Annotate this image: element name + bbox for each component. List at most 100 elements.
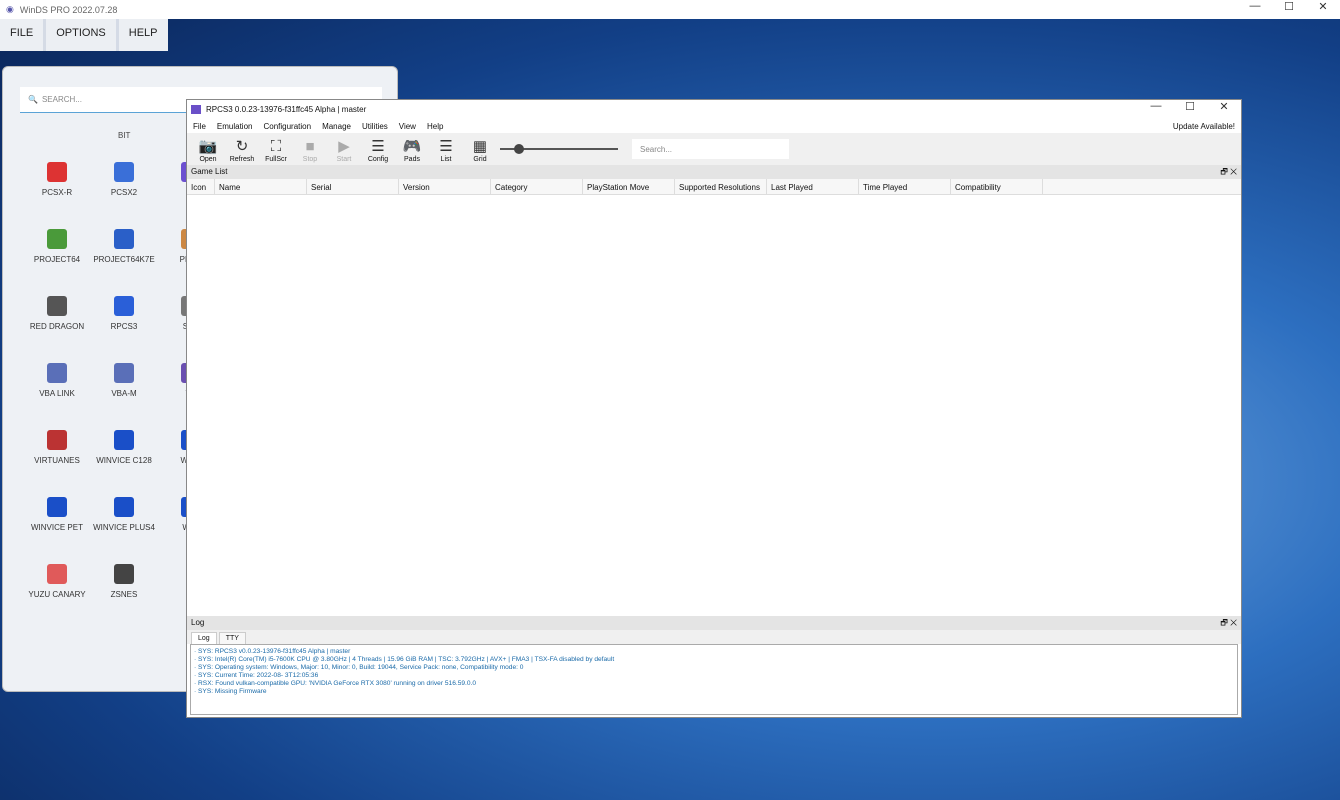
config-button[interactable]: ☰ Config <box>361 138 395 165</box>
log-header: Log 🗗 ✕ <box>187 616 1241 630</box>
pads-icon: 🎮 <box>402 138 422 155</box>
search-icon: 🔍 <box>28 95 38 104</box>
stop-label: Stop <box>302 156 318 163</box>
open-button[interactable]: 📷 Open <box>191 138 225 165</box>
menu-help[interactable]: HELP <box>118 19 168 51</box>
update-available-link[interactable]: Update Available! <box>1173 122 1235 131</box>
launcher-item[interactable]: VBA-M <box>90 363 158 398</box>
list-icon: ☰ <box>439 138 453 155</box>
menu-options[interactable]: OPTIONS <box>46 19 116 51</box>
launcher-item[interactable]: PROJECT64K7E <box>90 229 158 264</box>
close-button[interactable]: ✕ <box>1207 100 1241 113</box>
slider-handle[interactable] <box>514 144 524 154</box>
emulator-icon <box>47 497 67 517</box>
emulator-icon <box>47 430 67 450</box>
config-label: Config <box>367 156 389 163</box>
log-output[interactable]: · SYS: RPCS3 v0.0.23-13976-f31ffc45 Alph… <box>190 644 1238 715</box>
launcher-menubar: FILE OPTIONS HELP <box>0 19 168 51</box>
launcher-item-label: WINVICE C128 <box>96 456 152 465</box>
menu-manage[interactable]: Manage <box>322 122 351 131</box>
game-list[interactable] <box>187 195 1241 616</box>
column-header[interactable]: Compatibility <box>951 179 1043 194</box>
menu-configuration[interactable]: Configuration <box>263 122 311 131</box>
launcher-item[interactable]: WINVICE C128 <box>90 430 158 465</box>
menu-help[interactable]: Help <box>427 122 443 131</box>
launcher-item-label: PROJECT64K7E <box>93 255 155 264</box>
launcher-item[interactable]: WINVICE PLUS4 <box>90 497 158 532</box>
grid-button[interactable]: ▦ Grid <box>463 138 497 165</box>
launcher-item[interactable]: ZSNES <box>90 564 158 599</box>
column-header[interactable]: Category <box>491 179 583 194</box>
tab-tty[interactable]: TTY <box>218 632 246 644</box>
rpcs3-menubar: File Emulation Configuration Manage Utilitie… <box>187 119 1241 133</box>
os-titlebar: ◉ WinDS PRO 2022.07.28 — ☐ ✕ <box>0 0 1340 19</box>
launcher-item-label: VIRTUANES <box>34 456 80 465</box>
menu-file[interactable]: File <box>193 122 206 131</box>
launcher-item-label: RED DRAGON <box>29 322 85 331</box>
dock-controls[interactable]: 🗗 ✕ <box>1220 617 1237 631</box>
launcher-item-label: ZSNES <box>110 590 138 599</box>
tab-log[interactable]: Log <box>191 632 217 644</box>
stop-icon: ■ <box>305 138 315 155</box>
launcher-item[interactable]: WINVICE PET <box>23 497 91 532</box>
launcher-item-label: RPCS3 <box>110 322 138 331</box>
start-label: Start <box>336 156 352 163</box>
emulator-icon <box>47 229 67 249</box>
column-header[interactable]: Version <box>399 179 491 194</box>
emulator-icon <box>47 296 67 316</box>
minimize-button[interactable]: — <box>1238 0 1272 13</box>
list-button[interactable]: ☰ List <box>429 138 463 165</box>
game-list-header: Game List 🗗 ✕ <box>187 165 1241 179</box>
fullscr-icon: ⛶ <box>270 138 282 155</box>
minimize-button[interactable]: — <box>1139 100 1173 113</box>
launcher-item-label: PCSX2 <box>110 188 138 197</box>
maximize-button[interactable]: ☐ <box>1173 100 1207 113</box>
maximize-button[interactable]: ☐ <box>1272 0 1306 13</box>
menu-emulation[interactable]: Emulation <box>217 122 253 131</box>
launcher-item[interactable]: VIRTUANES <box>23 430 91 465</box>
log-line: · SYS: Operating system: Windows, Major:… <box>194 664 524 671</box>
launcher-item[interactable]: PCSX-R <box>23 162 91 197</box>
launcher-item[interactable]: PROJECT64 <box>23 229 91 264</box>
fullscr-button[interactable]: ⛶ FullScr <box>259 138 293 165</box>
launcher-item[interactable]: RED DRAGON <box>23 296 91 331</box>
log-line: · SYS: Current Time: 2022-08- 3T12:05:36 <box>194 672 319 679</box>
refresh-icon: ↻ <box>235 138 249 155</box>
emulator-icon <box>114 564 134 584</box>
list-label: List <box>440 156 452 163</box>
menu-file[interactable]: FILE <box>0 19 44 51</box>
launcher-item-label: VBA LINK <box>39 389 75 398</box>
column-header[interactable]: Last Played <box>767 179 859 194</box>
log-title: Log <box>191 618 205 627</box>
column-header[interactable]: Icon <box>187 179 215 194</box>
start-button[interactable]: ▶ Start <box>327 138 361 165</box>
launcher-item[interactable]: RPCS3 <box>90 296 158 331</box>
column-header[interactable]: PlayStation Move <box>583 179 675 194</box>
launcher-item-label: PCSX-R <box>41 188 73 197</box>
pads-button[interactable]: 🎮 Pads <box>395 138 429 165</box>
stop-button[interactable]: ■ Stop <box>293 138 327 165</box>
icon-size-slider[interactable] <box>500 144 618 154</box>
dock-controls[interactable]: 🗗 ✕ <box>1220 166 1237 180</box>
game-search-input[interactable]: Search... <box>632 139 789 159</box>
open-label: Open <box>199 156 217 163</box>
emulator-icon <box>114 296 134 316</box>
launcher-item[interactable]: VBA LINK <box>23 363 91 398</box>
menu-utilities[interactable]: Utilities <box>362 122 388 131</box>
column-header[interactable]: Serial <box>307 179 399 194</box>
launcher-item[interactable]: PCSX2 <box>90 162 158 197</box>
column-header[interactable]: Supported Resolutions <box>675 179 767 194</box>
emulator-icon <box>47 564 67 584</box>
menu-view[interactable]: View <box>399 122 416 131</box>
app-icon: ◉ <box>6 4 14 14</box>
refresh-button[interactable]: ↻ Refresh <box>225 138 259 165</box>
emulator-icon <box>114 229 134 249</box>
column-header[interactable]: Name <box>215 179 307 194</box>
toolbar: 📷 Open ↻ Refresh ⛶ FullScr ■ Stop ▶ Start ☰ Config 🎮… <box>187 133 1241 165</box>
emulator-icon <box>114 363 134 383</box>
launcher-item[interactable]: YUZU CANARY <box>23 564 91 599</box>
column-header[interactable]: Time Played <box>859 179 951 194</box>
pads-label: Pads <box>404 156 420 163</box>
close-button[interactable]: ✕ <box>1306 0 1340 13</box>
launcher-item-label: PROJECT64 <box>33 255 81 264</box>
